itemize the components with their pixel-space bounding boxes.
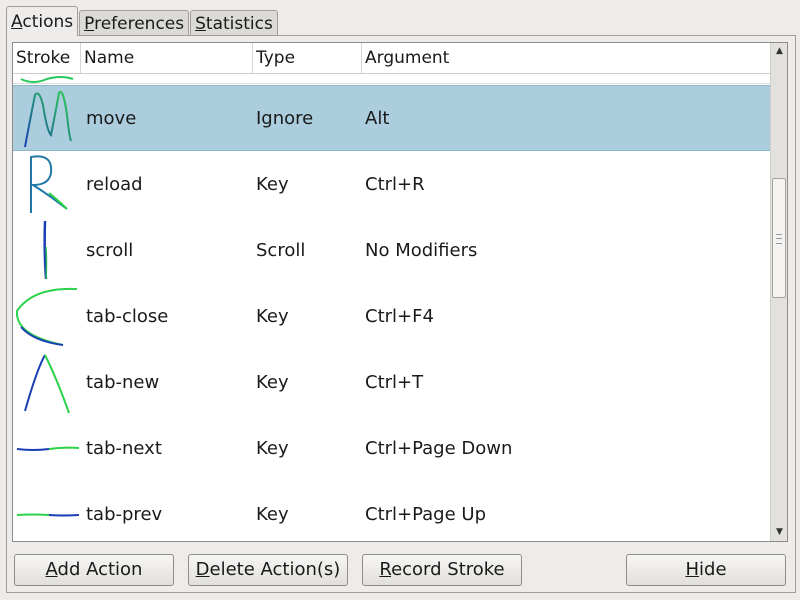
table-row[interactable]: scroll Scroll No Modifiers <box>13 217 770 283</box>
tab-actions-label: ctions <box>22 12 74 32</box>
table-row[interactable]: reload Key Ctrl+R <box>13 151 770 217</box>
row-argument: No Modifiers <box>365 239 478 261</box>
row-name: tab-next <box>86 437 162 459</box>
delete-actions-button[interactable]: Delete Action(s) <box>188 554 348 586</box>
record-stroke-label: ecord Stroke <box>391 559 505 580</box>
gesture-r-stroke-icon <box>13 151 81 217</box>
row-name: reload <box>86 173 143 195</box>
actions-list[interactable]: Stroke Name Type Argument move Ignore Al… <box>12 42 788 542</box>
tab-bar: Actions Preferences Statistics <box>6 6 279 36</box>
hide-mnemonic: H <box>685 559 700 580</box>
table-row[interactable]: tab-new Key Ctrl+T <box>13 349 770 415</box>
tab-actions[interactable]: Actions <box>6 6 79 36</box>
column-header-name[interactable]: Name <box>81 43 253 73</box>
record-stroke-button[interactable]: Record Stroke <box>362 554 522 586</box>
list-header: Stroke Name Type Argument <box>13 43 770 74</box>
hide-label: ide <box>699 559 727 580</box>
table-row-partial[interactable] <box>13 73 770 84</box>
record-stroke-mnemonic: R <box>379 559 392 580</box>
row-name: scroll <box>86 239 134 261</box>
tab-statistics-mnemonic: S <box>195 14 206 34</box>
row-type: Key <box>256 305 289 327</box>
gesture-left-stroke-icon <box>13 481 81 541</box>
gesture-caret-stroke-icon <box>13 349 81 415</box>
add-action-mnemonic: A <box>45 559 58 580</box>
vertical-scrollbar[interactable]: ▲ ▼ <box>770 43 787 541</box>
row-type: Key <box>256 503 289 525</box>
row-name: tab-close <box>86 305 169 327</box>
row-type: Key <box>256 173 289 195</box>
scroll-up-arrow-icon[interactable]: ▲ <box>772 44 787 59</box>
row-name: tab-prev <box>86 503 163 525</box>
gesture-vertical-stroke-icon <box>13 217 81 283</box>
list-rows: move Ignore Alt reload Key Ctrl+R scroll… <box>13 73 770 541</box>
row-type: Scroll <box>256 239 306 261</box>
add-action-label: dd Action <box>57 559 143 580</box>
row-argument: Alt <box>365 107 390 129</box>
gesture-right-stroke-icon <box>13 415 81 481</box>
gesture-m-stroke-icon <box>13 85 81 151</box>
hide-button[interactable]: Hide <box>626 554 786 586</box>
row-argument: Ctrl+T <box>365 371 424 393</box>
tab-statistics-label: tatistics <box>205 14 273 34</box>
row-type: Key <box>256 437 289 459</box>
tab-preferences-label: references <box>94 14 185 34</box>
gesture-c-stroke-icon <box>13 283 81 349</box>
table-row[interactable]: tab-next Key Ctrl+Page Down <box>13 415 770 481</box>
table-row[interactable]: move Ignore Alt <box>13 85 770 151</box>
grip-icon <box>776 234 782 244</box>
delete-actions-label: elete Action(s) <box>209 559 341 580</box>
row-argument: Ctrl+Page Down <box>365 437 513 459</box>
scrollbar-thumb[interactable] <box>772 178 786 298</box>
tab-preferences[interactable]: Preferences <box>79 10 190 36</box>
row-argument: Ctrl+R <box>365 173 425 195</box>
column-header-stroke[interactable]: Stroke <box>13 43 81 73</box>
column-header-type[interactable]: Type <box>253 43 362 73</box>
tab-statistics[interactable]: Statistics <box>190 10 278 36</box>
row-type: Key <box>256 371 289 393</box>
row-name: tab-new <box>86 371 160 393</box>
table-row[interactable]: tab-close Key Ctrl+F4 <box>13 283 770 349</box>
scroll-down-arrow-icon[interactable]: ▼ <box>772 525 787 540</box>
gesture-partial-stroke-icon <box>13 73 81 83</box>
row-argument: Ctrl+Page Up <box>365 503 487 525</box>
delete-actions-mnemonic: D <box>195 559 210 580</box>
row-name: move <box>86 107 137 129</box>
tab-preferences-mnemonic: P <box>84 14 95 34</box>
row-type: Ignore <box>256 107 314 129</box>
tab-actions-mnemonic: A <box>11 12 23 32</box>
table-row[interactable]: tab-prev Key Ctrl+Page Up <box>13 481 770 541</box>
column-header-argument[interactable]: Argument <box>362 43 770 73</box>
row-argument: Ctrl+F4 <box>365 305 434 327</box>
add-action-button[interactable]: Add Action <box>14 554 174 586</box>
